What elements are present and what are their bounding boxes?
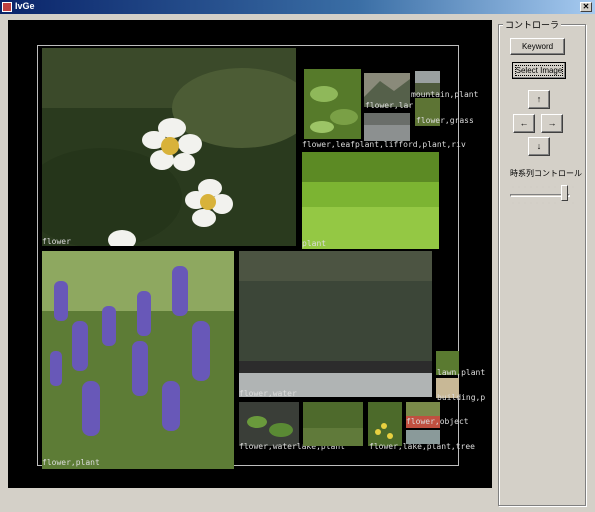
up-arrow-icon: ↑ <box>536 94 542 104</box>
control-panel: コントローラ Keyword Select Image ↑ ← → ↓ 時系列コ… <box>498 16 588 506</box>
left-arrow-icon: ← <box>519 118 529 128</box>
caption-flower-water: flower,water <box>239 389 297 398</box>
right-arrow-icon: → <box>547 118 557 128</box>
image-display-area: flower flower,lar mountain,plant flower,… <box>8 20 492 488</box>
down-button[interactable]: ↓ <box>528 137 550 156</box>
lake-photo <box>364 113 410 141</box>
down-arrow-icon: ↓ <box>536 141 542 151</box>
lupine-photo <box>42 251 234 469</box>
caption-flower-object: flower,object <box>406 417 469 426</box>
plant-grass-photo <box>302 152 439 249</box>
left-button[interactable]: ← <box>513 114 535 133</box>
caption-plant: plant <box>302 239 327 248</box>
plant-photo <box>304 69 361 139</box>
slider-ticks-bottom <box>510 202 574 204</box>
caption-flower-grass: flower,grass <box>416 116 474 125</box>
time-series-control-label: 時系列コントロール <box>510 169 582 178</box>
caption-flower-plant: flower,plant <box>42 458 100 467</box>
flower-photo <box>42 48 296 246</box>
window-title: IvGe <box>15 1 35 11</box>
image-tile-lake-2[interactable] <box>406 430 440 444</box>
waterlily-photo <box>239 251 432 397</box>
image-tile-lupine[interactable] <box>42 251 234 469</box>
caption-building-p: building,p <box>437 393 486 402</box>
up-button[interactable]: ↑ <box>528 90 550 109</box>
caption-lawn-plant: lawn,plant <box>437 368 486 377</box>
select-image-button[interactable]: Select Image <box>512 62 566 79</box>
time-series-slider-thumb[interactable] <box>561 185 568 201</box>
keyword-button[interactable]: Keyword <box>510 38 565 55</box>
collage-frame: flower flower,lar mountain,plant flower,… <box>37 45 485 469</box>
image-tile-flower-large[interactable] <box>42 48 296 246</box>
flower-tree-photo <box>368 402 402 446</box>
image-tile-flower-tree[interactable] <box>368 402 402 446</box>
image-tile-waterlilies[interactable] <box>239 251 432 397</box>
select-image-label: Select Image <box>515 66 563 75</box>
image-tile-lake-small[interactable] <box>364 113 410 141</box>
image-tile-plant-grass[interactable] <box>302 152 439 249</box>
lake-plant-photo <box>303 402 363 446</box>
image-tile-lilypads[interactable] <box>239 402 299 446</box>
image-tile-lake-plant[interactable] <box>303 402 363 446</box>
close-button[interactable]: ✕ <box>580 2 592 12</box>
caption-flower-lar: flower,lar <box>365 101 414 110</box>
image-tile-plant-small-1[interactable] <box>304 69 361 139</box>
close-icon: ✕ <box>582 2 590 11</box>
keyword-label: Keyword <box>521 42 554 51</box>
lake-2-photo <box>406 430 440 444</box>
caption-flower-leafplant: flower,leafplant,lifford,plant,riv <box>302 140 466 149</box>
right-button[interactable]: → <box>541 114 563 133</box>
title-bar: IvGe ✕ <box>0 0 595 14</box>
caption-flower: flower <box>42 237 71 246</box>
app-icon <box>2 2 12 12</box>
lilypad-photo <box>239 402 299 446</box>
group-label: コントローラ <box>503 18 562 31</box>
